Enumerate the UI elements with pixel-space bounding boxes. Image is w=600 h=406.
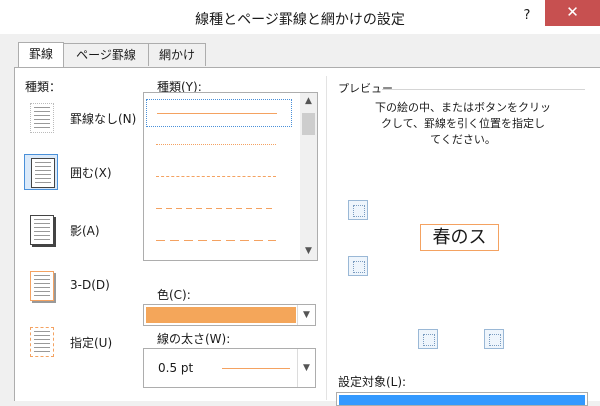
apply-to-list[interactable] xyxy=(336,392,588,406)
scroll-up-icon[interactable]: ▲ xyxy=(300,93,317,110)
width-sample-line xyxy=(222,368,290,369)
preview-separator xyxy=(382,89,585,90)
color-swatch xyxy=(146,307,296,323)
scroll-thumb[interactable] xyxy=(302,113,315,135)
title-bar: 線種とページ罫線と網かけの設定 ? ✕ xyxy=(0,0,600,34)
top-border-button[interactable] xyxy=(348,200,368,220)
style-list[interactable]: ▲ ▼ xyxy=(143,92,318,261)
shadow-border-icon xyxy=(24,212,58,248)
left-border-button[interactable] xyxy=(418,329,438,349)
middle-border-button[interactable] xyxy=(348,256,368,276)
width-value: 0.5 pt xyxy=(158,361,194,375)
chevron-down-icon[interactable]: ▼ xyxy=(297,349,315,387)
setting-custom[interactable]: 指定(U) xyxy=(24,324,144,360)
setting-none-label: 罫線なし(N) xyxy=(70,112,137,126)
apply-to-label: 設定対象(L): xyxy=(338,375,407,389)
chevron-down-icon[interactable]: ▼ xyxy=(297,305,315,325)
setting-3d[interactable]: 3-D(D) xyxy=(24,268,144,304)
tab-borders[interactable]: 罫線 xyxy=(18,42,64,67)
column-divider xyxy=(326,76,327,400)
style-item-dashed-medium[interactable] xyxy=(146,195,292,223)
help-button[interactable]: ? xyxy=(517,6,537,26)
dialog-title: 線種とページ罫線と網かけの設定 xyxy=(195,12,405,28)
preview-instruction-line: 下の絵の中、またはボタンをクリッ xyxy=(375,101,551,114)
preview-instruction-line: クして、罫線を引く位置を指定し xyxy=(380,117,546,130)
3d-border-icon xyxy=(24,268,58,304)
color-dropdown[interactable]: ▼ xyxy=(143,304,316,326)
preview-instructions: 下の絵の中、またはボタンをクリッ クして、罫線を引く位置を指定し てください。 xyxy=(340,100,586,148)
setting-custom-label: 指定(U) xyxy=(70,336,113,350)
apply-to-selected[interactable] xyxy=(339,395,585,405)
tab-shading[interactable]: 網かけ xyxy=(148,43,206,66)
none-border-icon xyxy=(24,100,58,136)
style-item-dashed-short[interactable] xyxy=(146,163,292,191)
setting-none[interactable]: 罫線なし(N) xyxy=(24,100,144,136)
box-border-icon xyxy=(24,154,58,190)
style-item-dashed-long[interactable] xyxy=(146,227,292,255)
preview-instruction-line: てください。 xyxy=(430,133,496,146)
width-label: 線の太さ(W): xyxy=(157,332,231,346)
setting-shadow[interactable]: 影(A) xyxy=(24,212,144,248)
setting-3d-label: 3-D(D) xyxy=(70,278,110,292)
setting-shadow-label: 影(A) xyxy=(70,224,100,238)
custom-border-icon xyxy=(24,324,58,360)
preview-label: プレビュー xyxy=(338,82,393,95)
width-dropdown[interactable]: 0.5 pt ▼ xyxy=(143,348,316,388)
preview-sample[interactable]: 春のス xyxy=(420,224,499,251)
setting-box[interactable]: 囲む(X) xyxy=(24,154,144,190)
tab-page-border[interactable]: ページ罫線 xyxy=(62,43,150,66)
close-button[interactable]: ✕ xyxy=(545,0,600,26)
setting-box-label: 囲む(X) xyxy=(70,166,112,180)
color-label: 色(C): xyxy=(157,288,191,302)
setting-label: 種類： xyxy=(25,80,62,94)
right-border-button[interactable] xyxy=(484,329,504,349)
style-scrollbar[interactable]: ▲ ▼ xyxy=(300,93,317,260)
style-item-solid[interactable] xyxy=(146,99,292,127)
style-item-dotted[interactable] xyxy=(146,131,292,159)
scroll-down-icon[interactable]: ▼ xyxy=(300,243,317,260)
